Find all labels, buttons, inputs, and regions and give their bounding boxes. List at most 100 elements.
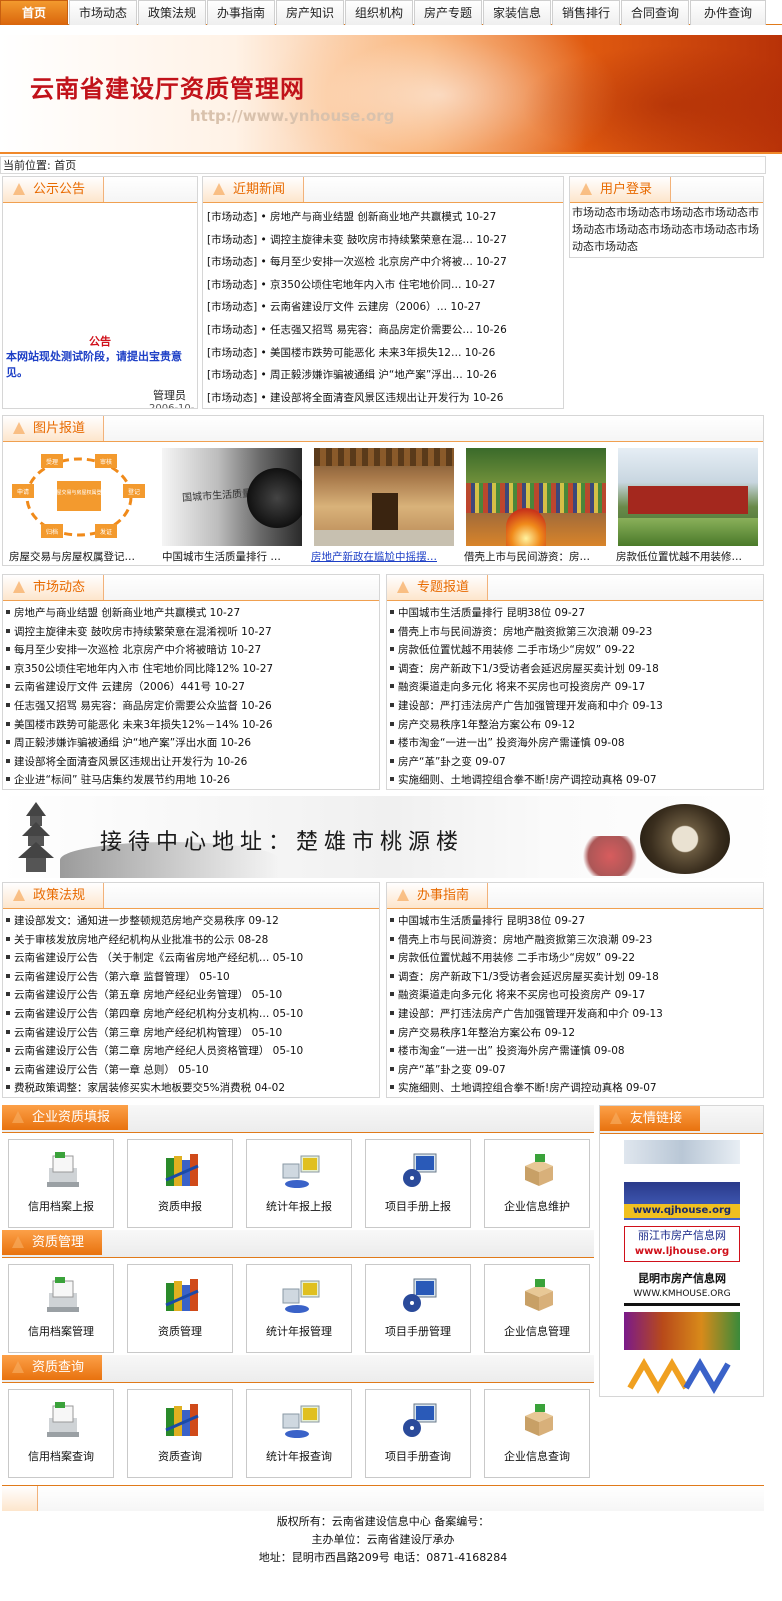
list-item[interactable]: 房产“革”卦之变 09-07 [387, 1061, 763, 1080]
link-logo-kmhouse[interactable]: 昆明市房产信息网 WWW.KMHOUSE.ORG [624, 1270, 740, 1306]
nav-knowledge[interactable]: 房产知识 [276, 0, 344, 25]
list-item[interactable]: 房产交易秩序1年整治方案公布 09-12 [387, 716, 763, 735]
list-item[interactable]: 周正毅涉嫌诈骗被通缉 沪“地产案”浮出水面 10-26 [3, 734, 379, 753]
nav-organization[interactable]: 组织机构 [345, 0, 413, 25]
list-item[interactable]: [市场动态] • 建设部将全面清查风景区违规出让开发行为 10-26 [203, 387, 563, 410]
list-item[interactable]: 企业进“标间” 驻马店集约发展节约用地 10-26 [3, 771, 379, 790]
picture-4-crowd[interactable] [466, 448, 606, 546]
list-item[interactable]: [市场动态] • 云南省建设厅文件 云建房（2006）… 10-27 [203, 296, 563, 319]
list-item[interactable]: [市场动态] • 周正毅涉嫌诈骗被通缉 沪“地产案”浮出… 10-26 [203, 364, 563, 387]
list-item[interactable]: [市场动态] • 每月至少安排一次巡检 北京房产中介将被… 10-27 [203, 251, 563, 274]
list-item[interactable]: 建设部发文：通知进一步整顿规范房地产交易秩序 09-12 [3, 912, 379, 931]
nav-policy[interactable]: 政策法规 [138, 0, 206, 25]
nav-contract-query[interactable]: 合同查询 [621, 0, 689, 25]
breadcrumb: 当前位置: 首页 [0, 156, 766, 174]
bullet-icon [390, 1010, 394, 1015]
picture-4-caption[interactable]: 借壳上市与民间游资：房… [464, 549, 614, 564]
picture-5-garden[interactable] [618, 448, 758, 546]
nav-home[interactable]: 首页 [0, 0, 68, 25]
list-item[interactable]: 借壳上市与民间游资：房地产融资掀第三次浪潮 09-23 [387, 931, 763, 950]
list-item[interactable]: 实施细则、土地调控组合拳不断!房产调控动真格 09-07 [387, 771, 763, 790]
list-item[interactable]: 建设部：严打违法房产广告加强管理开发商和中介 09-13 [387, 697, 763, 716]
list-item[interactable]: 美国楼市跌势可能恶化 未来3年损失12%－14% 10-26 [3, 716, 379, 735]
list-item[interactable]: [市场动态] • 调控主旋律未变 鼓吹房市持续繁荣意在混… 10-27 [203, 229, 563, 252]
service-stats-upload[interactable]: 统计年报上报 [246, 1139, 352, 1228]
picture-5-caption[interactable]: 房款低位置忧越不用装修… [616, 549, 766, 564]
service-stats-query[interactable]: 统计年报查询 [246, 1389, 352, 1478]
service-project-manage[interactable]: 项目手册管理 [365, 1264, 471, 1353]
list-item[interactable]: 费税政策调整：家居装修买实木地板要交5%消费税 04-02 [3, 1079, 379, 1098]
list-item-text: 云南省建设厅公告（第五章 房地产经纪业务管理） 05-10 [14, 989, 283, 1002]
list-item[interactable]: 房产交易秩序1年整治方案公布 09-12 [387, 1024, 763, 1043]
picture-2-caption[interactable]: 中国城市生活质量排行 … [162, 549, 312, 564]
nav-market[interactable]: 市场动态 [69, 0, 137, 25]
list-item[interactable]: 调查：房产新政下1/3受访者会延迟房屋买卖计划 09-18 [387, 968, 763, 987]
service-stats-manage[interactable]: 统计年报管理 [246, 1264, 352, 1353]
list-item[interactable]: 调查：房产新政下1/3受访者会延迟房屋买卖计划 09-18 [387, 660, 763, 679]
service-credit-upload[interactable]: 信用档案上报 [8, 1139, 114, 1228]
list-item[interactable]: 建设部将全面清查风景区违规出让开发行为 10-26 [3, 753, 379, 772]
list-item[interactable]: 关于审核发放房地产经纪机构从业批准书的公示 08-28 [3, 931, 379, 950]
link-logo-miw[interactable] [624, 1356, 740, 1394]
list-item[interactable]: 借壳上市与民间游资：房地产融资掀第三次浪潮 09-23 [387, 623, 763, 642]
service-enterprise-query[interactable]: 企业信息查询 [484, 1389, 590, 1478]
nav-case-query[interactable]: 办件查询 [690, 0, 766, 25]
list-item[interactable]: 任志强又招骂 易宪容：商品房定价需要公众监督 10-26 [3, 697, 379, 716]
list-item[interactable]: 楼市淘金“一进一出” 投资海外房产需谨慎 09-08 [387, 734, 763, 753]
link-logo-ljhouse[interactable]: 丽江市房产信息网 www.ljhouse.org [624, 1226, 740, 1262]
list-item[interactable]: 云南省建设厅公告（第三章 房地产经纪机构管理） 05-10 [3, 1024, 379, 1043]
list-item[interactable]: 融资渠道走向多元化 将来不买房也可投资房产 09-17 [387, 986, 763, 1005]
link-logo-gradient[interactable] [624, 1312, 740, 1350]
picture-1-flow-diagram[interactable]: 房屋交易与房屋权属登记 申请 受理 审核 登记 发证 归档 [9, 448, 149, 546]
list-item[interactable]: 房款低位置忧越不用装修 二手市场少“房奴” 09-22 [387, 641, 763, 660]
bullet-icon [390, 777, 394, 782]
list-item[interactable]: 房地产与商业结盟 创新商业地产共赢模式 10-27 [3, 604, 379, 623]
service-credit-query[interactable]: 信用档案查询 [8, 1389, 114, 1478]
service-label: 资质管理 [158, 1325, 202, 1338]
service-qualification-manage[interactable]: 资质管理 [127, 1264, 233, 1353]
recent-news-title: 近期新闻 [203, 177, 305, 202]
list-item[interactable]: 楼市淘金“一进一出” 投资海外房产需谨慎 09-08 [387, 1042, 763, 1061]
nav-sales-rank[interactable]: 销售排行 [552, 0, 620, 25]
list-item[interactable]: 云南省建设厅文件 云建房（2006）441号 10-27 [3, 678, 379, 697]
link-logo-text: WWW.KMHOUSE.ORG [633, 1289, 731, 1299]
list-item[interactable]: 房款低位置忧越不用装修 二手市场少“房奴” 09-22 [387, 949, 763, 968]
list-item[interactable]: 调控主旋律未变 鼓吹房市持续繁荣意在混淆视听 10-27 [3, 623, 379, 642]
service-qualification-query[interactable]: 资质查询 [127, 1389, 233, 1478]
list-item[interactable]: [市场动态] • 任志强又招骂 易宪容：商品房定价需要公… 10-26 [203, 319, 563, 342]
picture-3-caption[interactable]: 房地产新政在尴尬中摇摆… [311, 549, 461, 564]
list-item[interactable]: 中国城市生活质量排行 昆明38位 09-27 [387, 912, 763, 931]
list-item[interactable]: 云南省建设厅公告 （关于制定《云南省房地产经纪机… 05-10 [3, 949, 379, 968]
list-item[interactable]: 每月至少安排一次巡检 北京房产中介将被暗访 10-27 [3, 641, 379, 660]
picture-3-building[interactable] [314, 448, 454, 546]
list-item[interactable]: 建设部：严打违法房产广告加强管理开发商和中介 09-13 [387, 1005, 763, 1024]
service-credit-manage[interactable]: 信用档案管理 [8, 1264, 114, 1353]
list-item[interactable]: 中国城市生活质量排行 昆明38位 09-27 [387, 604, 763, 623]
list-item[interactable]: 实施细则、土地调控组合拳不断!房产调控动真格 09-07 [387, 1079, 763, 1098]
list-item[interactable]: 云南省建设厅公告（第二章 房地产经纪人员资格管理） 05-10 [3, 1042, 379, 1061]
nav-special[interactable]: 房产专题 [414, 0, 482, 25]
list-item[interactable]: 融资渠道走向多元化 将来不买房也可投资房产 09-17 [387, 678, 763, 697]
service-project-upload[interactable]: 项目手册上报 [365, 1139, 471, 1228]
link-logo-qjhouse[interactable]: www.qjhouse.org [624, 1182, 740, 1220]
bullet-icon [390, 918, 394, 922]
list-item[interactable]: [市场动态] • 美国楼市跌势可能恶化 未来3年损失12… 10-26 [203, 342, 563, 365]
service-project-query[interactable]: 项目手册查询 [365, 1389, 471, 1478]
list-item[interactable]: 云南省建设厅公告（第五章 房地产经纪业务管理） 05-10 [3, 986, 379, 1005]
list-item[interactable]: 京350公顷住宅地年内入市 住宅地价同比降12% 10-27 [3, 660, 379, 679]
list-item[interactable]: 云南省建设厅公告（第一章 总则） 05-10 [3, 1061, 379, 1080]
nav-decoration[interactable]: 家装信息 [483, 0, 551, 25]
list-item[interactable]: 云南省建设厅公告（第四章 房地产经纪机构分支机构… 05-10 [3, 1005, 379, 1024]
list-item-text: 实施细则、土地调控组合拳不断!房产调控动真格 09-07 [398, 774, 657, 787]
service-enterprise-manage[interactable]: 企业信息管理 [484, 1264, 590, 1353]
service-qualification-apply[interactable]: 资质申报 [127, 1139, 233, 1228]
list-item[interactable]: 房产“革”卦之变 09-07 [387, 753, 763, 772]
picture-2-city-quality[interactable]: 国城市生活质量排行 [162, 448, 302, 546]
picture-1-caption[interactable]: 房屋交易与房屋权属登记… [9, 549, 159, 564]
service-enterprise-maintain[interactable]: 企业信息维护 [484, 1139, 590, 1228]
list-item[interactable]: [市场动态] • 房地产与商业结盟 创新商业地产共赢模式 10-27 [203, 206, 563, 229]
link-logo-1[interactable] [624, 1140, 740, 1164]
list-item[interactable]: 云南省建设厅公告（第六章 监督管理） 05-10 [3, 968, 379, 987]
list-item[interactable]: [市场动态] • 京350公顷住宅地年内入市 住宅地价同… 10-27 [203, 274, 563, 297]
nav-guide[interactable]: 办事指南 [207, 0, 275, 25]
